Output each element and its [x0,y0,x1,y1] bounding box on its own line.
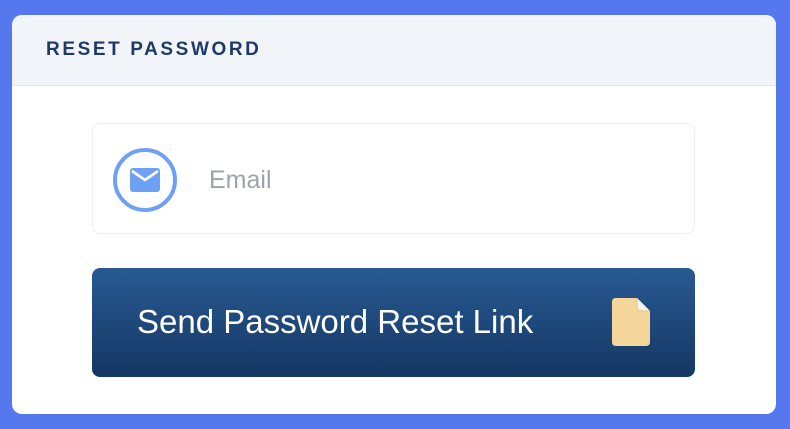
email-field[interactable] [92,123,695,234]
card-header: RESET PASSWORD [12,15,776,86]
reset-password-card: RESET PASSWORD Send Password Reset Link [12,15,776,414]
envelope-glyph [130,168,160,192]
document-icon [612,298,652,346]
envelope-icon [113,148,177,212]
page-title: RESET PASSWORD [46,39,262,60]
send-reset-link-label: Send Password Reset Link [137,303,534,340]
send-reset-link-button[interactable]: Send Password Reset Link [92,268,695,377]
email-input[interactable] [209,160,669,200]
